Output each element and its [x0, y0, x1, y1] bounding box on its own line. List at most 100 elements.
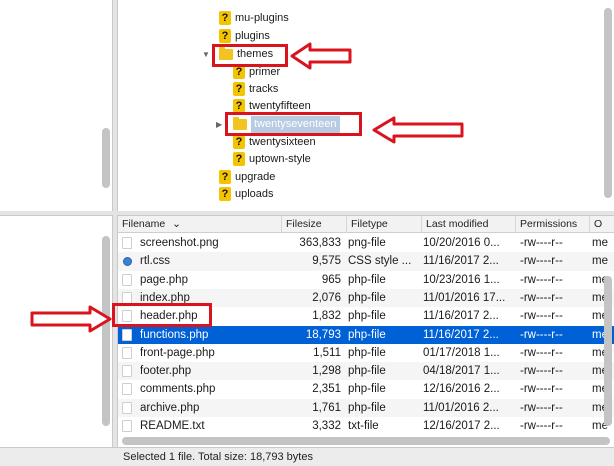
sort-chevron-icon: ⌄: [172, 218, 181, 230]
tree-item-mu-plugins[interactable]: ? mu-plugins: [219, 10, 289, 27]
cell-perms: -rw----r--: [520, 328, 563, 341]
cell-type: php-file: [348, 383, 386, 396]
column-label: O: [594, 218, 603, 230]
cell-name: comments.php: [140, 383, 216, 396]
column-label: Filesize: [286, 218, 322, 230]
cell-type: php-file: [348, 365, 386, 378]
cell-type: CSS style ...: [348, 255, 412, 268]
cell-name: front-page.php: [140, 346, 215, 359]
cell-name: page.php: [140, 273, 188, 286]
tree-item-plugins[interactable]: ? plugins: [219, 28, 270, 45]
cell-modified: 10/23/2016 1...: [423, 273, 500, 286]
remote-directory-tree[interactable]: [117, 0, 614, 211]
cell-modified: 12/16/2016 2...: [423, 383, 500, 396]
table-row[interactable]: README.txt 3,332 txt-file 12/16/2017 2... -r…: [118, 417, 614, 435]
cell-perms: -rw----r--: [520, 291, 563, 304]
local-directory-tree[interactable]: [0, 0, 113, 211]
question-folder-icon: ?: [233, 82, 245, 96]
cell-modified: 04/18/2017 1...: [423, 365, 500, 378]
cell-size: 9,575: [312, 255, 341, 268]
remote-tree-scrollbar[interactable]: [604, 8, 612, 198]
column-header-permissions[interactable]: Permissions: [515, 216, 589, 233]
column-header-last-modified[interactable]: Last modified: [421, 216, 515, 233]
cell-perms: -rw----r--: [520, 420, 563, 432]
tree-item-uploads[interactable]: ? uploads: [219, 186, 274, 203]
cell-size: 2,351: [312, 383, 341, 396]
cell-name: screenshot.png: [140, 237, 219, 249]
tree-item-label: mu-plugins: [235, 12, 289, 24]
cell-perms: -rw----r--: [520, 401, 563, 414]
cell-type: php-file: [348, 401, 386, 414]
column-header-filesize[interactable]: Filesize: [281, 216, 346, 233]
cell-size: 1,832: [312, 310, 341, 323]
cell-owner: me: [592, 255, 608, 268]
cell-modified: 11/01/2016 17...: [423, 291, 506, 304]
column-label: Filename: [122, 218, 166, 230]
file-list-hscrollbar[interactable]: [122, 437, 610, 445]
cell-size: 18,793: [305, 328, 341, 341]
cell-type: png-file: [348, 237, 386, 249]
table-row[interactable]: screenshot.png 363,833 png-file 10/20/2016 …: [118, 234, 614, 252]
remote-file-list[interactable]: Filename ⌄ Filesize Filetype Last modifi…: [117, 215, 614, 447]
css-file-icon: [122, 255, 132, 267]
status-bar: Selected 1 file. Total size: 18,793 byte…: [117, 447, 614, 466]
cell-modified: 10/20/2016 0...: [423, 237, 500, 249]
tree-item-upgrade[interactable]: ? upgrade: [219, 169, 275, 186]
column-label: Filetype: [351, 218, 388, 230]
tree-item-label: uptown-style: [249, 153, 311, 165]
annotation-box-themes: [212, 44, 288, 67]
table-row[interactable]: rtl.css 9,575 CSS style ... 11/16/2017 2...…: [118, 252, 614, 271]
tree-item-label: plugins: [235, 30, 270, 42]
tree-item-twentysixteen[interactable]: ? twentysixteen: [233, 134, 316, 151]
table-row[interactable]: comments.php 2,351 php-file 12/16/2016 2...…: [118, 380, 614, 398]
cell-perms: -rw----r--: [520, 310, 563, 323]
cell-owner: me: [592, 237, 608, 249]
cell-name: footer.php: [140, 365, 192, 378]
cell-modified: 11/16/2017 2...: [423, 310, 499, 323]
file-list-scrollbar[interactable]: [604, 276, 612, 426]
cell-size: 1,511: [313, 346, 341, 359]
cell-name: functions.php: [140, 328, 209, 341]
cell-size: 363,833: [299, 237, 341, 249]
tree-item-uptown-style[interactable]: ? uptown-style: [233, 151, 311, 168]
annotation-box-twentyseventeen: [225, 112, 362, 136]
column-header-filetype[interactable]: Filetype: [346, 216, 421, 233]
cell-type: txt-file: [348, 420, 379, 432]
cell-type: php-file: [348, 346, 386, 359]
file-icon: [122, 420, 132, 432]
file-icon: [122, 401, 132, 414]
cell-modified: 11/01/2016 2...: [423, 401, 499, 414]
table-row[interactable]: archive.php 1,761 php-file 11/01/2016 2... -…: [118, 398, 614, 417]
question-folder-icon: ?: [233, 135, 245, 149]
cell-size: 965: [321, 273, 341, 286]
cell-size: 3,332: [312, 420, 341, 432]
annotation-arrow-right-icon: [30, 305, 112, 333]
cell-perms: -rw----r--: [520, 383, 563, 396]
cell-modified: 01/17/2018 1...: [423, 346, 500, 359]
question-folder-icon: ?: [233, 99, 245, 113]
file-list-header: Filename ⌄ Filesize Filetype Last modifi…: [118, 216, 614, 233]
expand-triangle-down-icon[interactable]: ▼: [202, 50, 212, 60]
cell-size: 1,761: [312, 401, 341, 414]
cell-modified: 11/16/2017 2...: [423, 255, 499, 268]
table-row[interactable]: front-page.php 1,511 php-file 01/17/2018 1.…: [118, 344, 614, 362]
file-icon: [122, 328, 132, 341]
cell-name: archive.php: [140, 401, 200, 414]
status-text: Selected 1 file. Total size: 18,793 byte…: [123, 451, 313, 463]
tree-item-tracks[interactable]: ? tracks: [233, 81, 278, 98]
cell-perms: -rw----r--: [520, 273, 563, 286]
table-row[interactable]: functions.php 18,793 php-file 11/16/2017 2.…: [118, 325, 614, 344]
tree-item-label: uploads: [235, 188, 274, 200]
cell-name: README.txt: [140, 420, 205, 432]
annotation-box-header-php: [112, 303, 212, 327]
cell-modified: 12/16/2017 2...: [423, 420, 500, 432]
local-status-bar: [0, 447, 117, 466]
column-header-filename[interactable]: Filename ⌄: [118, 216, 281, 233]
table-row[interactable]: footer.php 1,298 php-file 04/18/2017 1... -r…: [118, 362, 614, 381]
cell-type: php-file: [348, 273, 386, 286]
cell-size: 2,076: [312, 291, 341, 304]
local-tree-scrollbar[interactable]: [102, 128, 110, 188]
cell-type: php-file: [348, 328, 386, 341]
column-header-owner[interactable]: O: [589, 216, 614, 233]
table-row[interactable]: page.php 965 php-file 10/23/2016 1... -rw---…: [118, 271, 614, 289]
